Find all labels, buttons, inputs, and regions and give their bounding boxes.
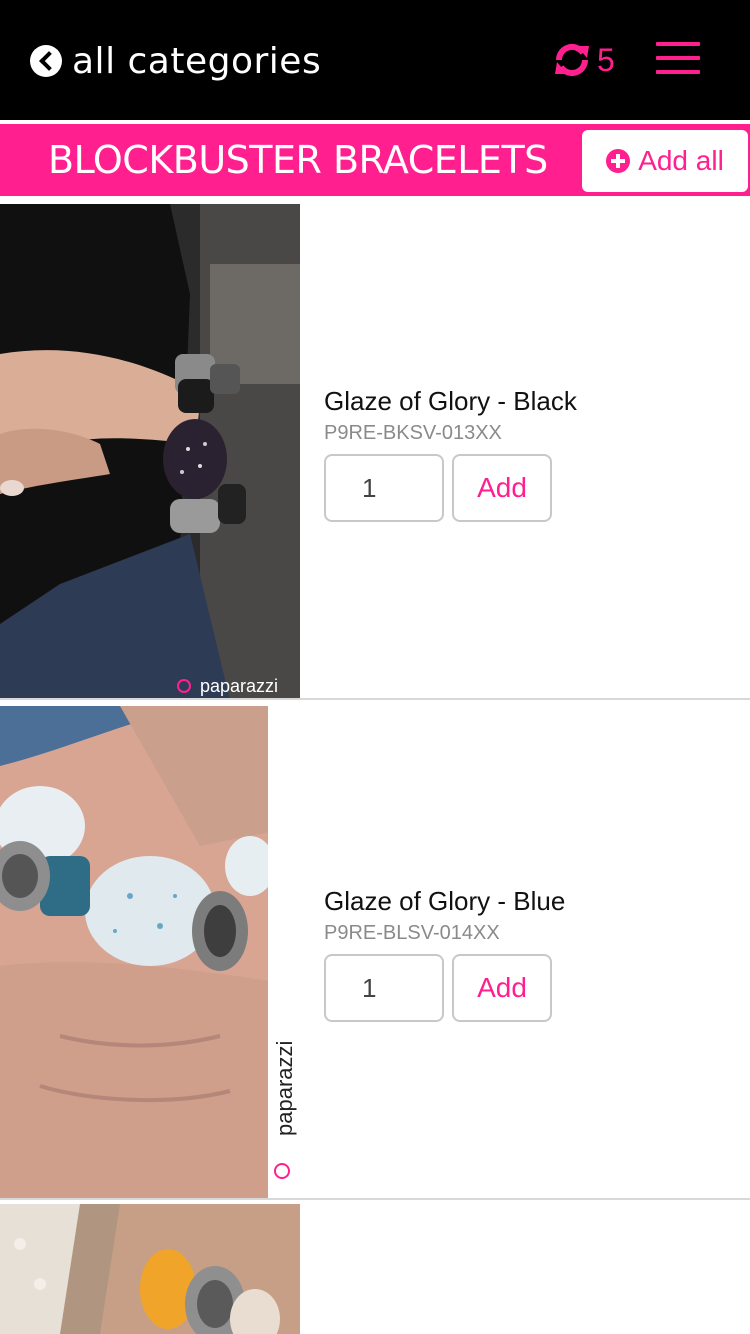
category-header: BLOCKBUSTER BRACELETS Add all: [0, 122, 750, 196]
sync-count: 5: [597, 41, 615, 78]
add-all-label: Add all: [638, 145, 724, 176]
watermark: paparazzi: [200, 676, 278, 696]
add-all-button[interactable]: Add all: [580, 128, 750, 194]
product-row: [0, 1204, 750, 1334]
product-sku: P9RE-BLSV-014XX: [324, 922, 500, 944]
refresh-icon: [555, 43, 589, 77]
quantity-input[interactable]: [324, 954, 444, 1022]
product-info: Glaze of Glory - Blue P9RE-BLSV-014XX Ad…: [324, 884, 565, 1022]
back-label: all categories: [72, 40, 322, 82]
watermark: paparazzi: [272, 1041, 297, 1136]
menu-line: [656, 70, 700, 74]
sync-button[interactable]: 5: [553, 42, 615, 78]
menu-line: [656, 56, 700, 60]
product-info: Glaze of Glory - Black P9RE-BKSV-013XX A…: [324, 384, 577, 522]
product-row: paparazzi Glaze of Glory - Black P9RE-BK…: [0, 204, 750, 700]
back-to-categories-button[interactable]: all categories: [30, 40, 321, 82]
hamburger-menu-icon[interactable]: [656, 42, 700, 74]
product-photo: [0, 1204, 300, 1334]
add-to-cart-button[interactable]: Add: [452, 454, 552, 522]
top-navigation-bar: all categories 5: [0, 0, 750, 120]
quantity-input[interactable]: [324, 454, 444, 522]
product-controls: Add: [324, 954, 565, 1022]
chevron-left-circle-icon: [30, 45, 62, 77]
product-row: paparazzi Glaze of Glory - Blue P9RE-BLS…: [0, 706, 750, 1200]
plus-circle-icon: [606, 149, 631, 173]
product-name: Glaze of Glory - Blue: [324, 886, 566, 916]
product-photo: paparazzi: [0, 706, 300, 1198]
category-title: BLOCKBUSTER BRACELETS: [48, 138, 548, 182]
product-name: Glaze of Glory - Black: [324, 386, 577, 416]
product-controls: Add: [324, 454, 577, 522]
menu-line: [656, 42, 700, 46]
product-photo: paparazzi: [0, 204, 300, 698]
product-sku: P9RE-BKSV-013XX: [324, 422, 502, 444]
add-to-cart-button[interactable]: Add: [452, 954, 552, 1022]
